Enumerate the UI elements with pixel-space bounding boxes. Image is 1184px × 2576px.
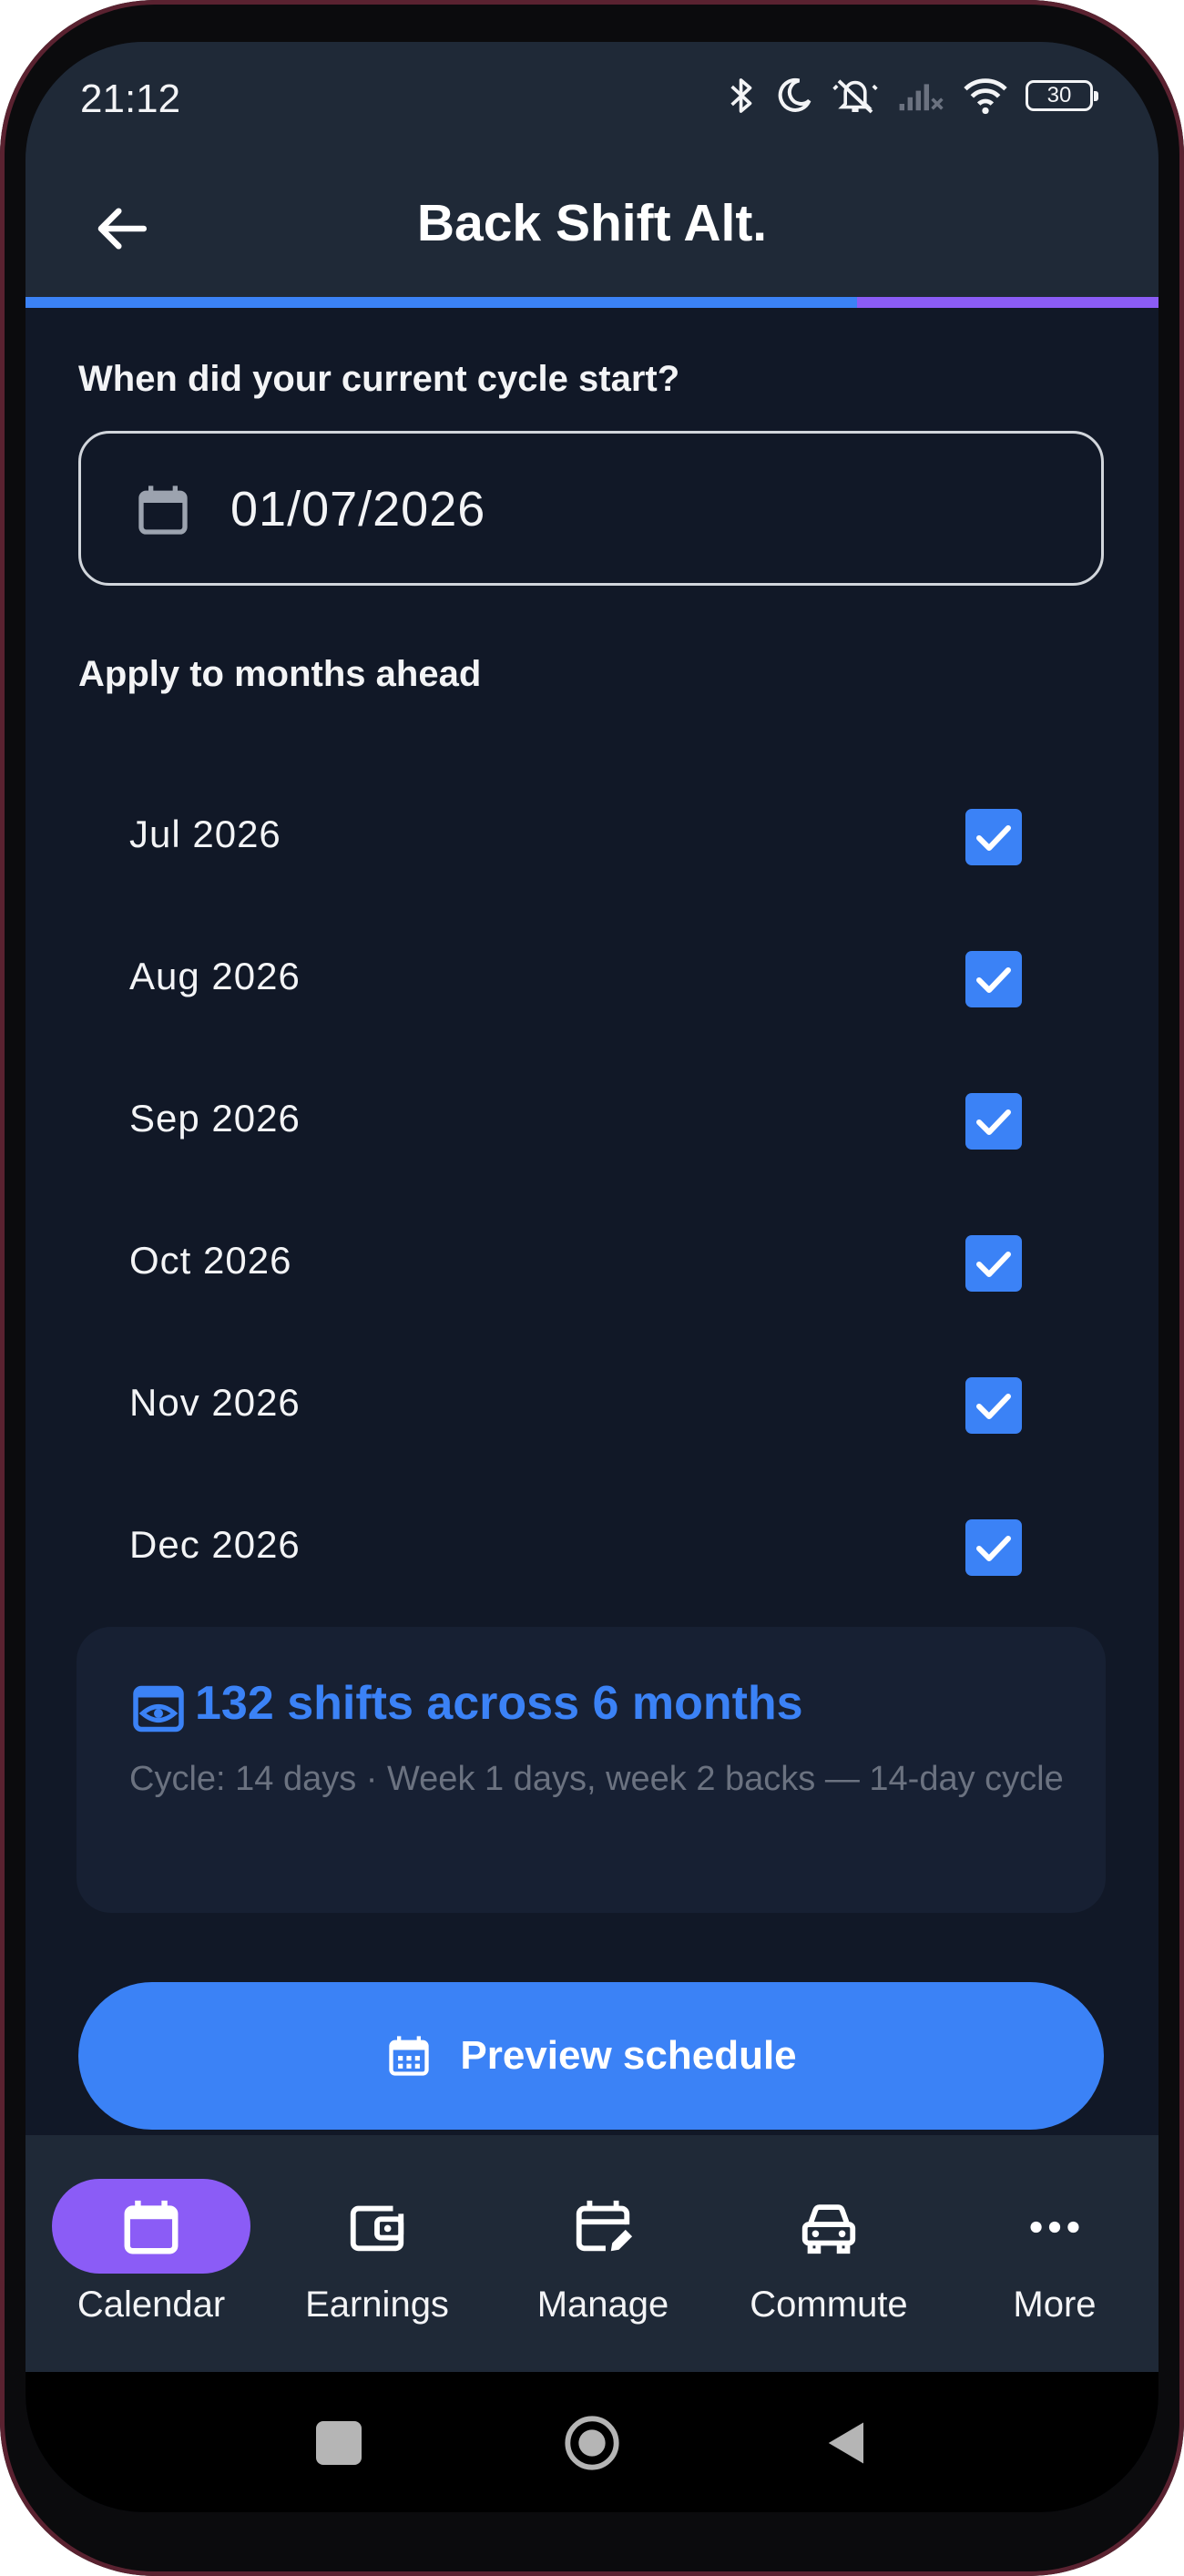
month-row-aug-2026[interactable]: Aug 2026 <box>78 924 1104 1033</box>
nav-label: Commute <box>750 2285 908 2325</box>
cycle-start-date-value: 01/07/2026 <box>230 482 486 537</box>
eye-icon <box>133 1685 184 1733</box>
car-icon <box>801 2204 856 2254</box>
nav-item-manage[interactable]: Manage <box>490 2135 716 2372</box>
status-bar: 21:12 30 <box>26 42 1158 160</box>
more-dots-icon <box>1030 2221 1079 2234</box>
month-label: Sep 2026 <box>129 1097 301 1140</box>
month-label: Dec 2026 <box>129 1523 301 1566</box>
month-label: Oct 2026 <box>129 1239 292 1282</box>
nav-label: Manage <box>536 2285 669 2325</box>
recents-square-icon[interactable] <box>310 2414 368 2472</box>
nav-label: Earnings <box>305 2285 449 2325</box>
signal-icon <box>899 84 944 111</box>
month-label: Nov 2026 <box>129 1381 301 1424</box>
nav-item-earnings[interactable]: Earnings <box>264 2135 490 2372</box>
apply-months-label: Apply to months ahead <box>78 654 482 694</box>
calendar-grid-icon <box>389 2036 430 2076</box>
checkmark-icon <box>976 825 1011 851</box>
checkmark-icon <box>976 967 1011 993</box>
calendar-icon <box>124 2200 179 2254</box>
mute-icon <box>832 79 878 114</box>
bluetooth-icon <box>730 78 752 113</box>
do-not-disturb-moon-icon <box>778 77 811 112</box>
nav-item-commute[interactable]: Commute <box>716 2135 942 2372</box>
month-row-nov-2026[interactable]: Nov 2026 <box>78 1350 1104 1459</box>
checkmark-icon <box>976 1394 1011 1419</box>
preview-schedule-label: Preview schedule <box>460 2033 797 2078</box>
month-checkbox[interactable] <box>965 1519 1022 1576</box>
battery-level: 30 <box>1046 83 1072 107</box>
summary-detail: Cycle: 14 days · Week 1 days, week 2 bac… <box>129 1760 1064 1798</box>
nav-item-more[interactable]: More <box>942 2135 1158 2372</box>
month-row-oct-2026[interactable]: Oct 2026 <box>78 1208 1104 1317</box>
shift-summary-card: 132 shifts across 6 months Cycle: 14 day… <box>77 1627 1106 1913</box>
home-circle-icon[interactable] <box>563 2414 621 2472</box>
cycle-start-question: When did your current cycle start? <box>78 359 680 399</box>
summary-headline: 132 shifts across 6 months <box>195 1677 803 1730</box>
battery-icon: 30 <box>1026 80 1098 111</box>
step-progress-bar <box>26 297 1158 308</box>
month-label: Jul 2026 <box>129 813 281 855</box>
month-checkbox[interactable] <box>965 1377 1022 1434</box>
checkmark-icon <box>976 1252 1011 1277</box>
status-time: 21:12 <box>80 77 181 121</box>
nav-label: More <box>1013 2285 1097 2325</box>
status-icons: 30 <box>727 75 1098 117</box>
month-label: Aug 2026 <box>129 955 301 997</box>
wallet-icon <box>350 2205 404 2252</box>
system-navigation-bar <box>26 2372 1158 2512</box>
checkmark-icon <box>976 1109 1011 1135</box>
month-checkbox[interactable] <box>965 1235 1022 1292</box>
nav-label: Calendar <box>77 2285 226 2325</box>
wifi-icon <box>964 78 1007 115</box>
page-title: Back Shift Alt. <box>416 194 768 252</box>
checkmark-icon <box>976 1536 1011 1561</box>
phone-frame: 21:12 30 Back Shift Alt. When did your c… <box>0 0 1184 2576</box>
progress-fill <box>26 297 858 308</box>
app-bar: Back Shift Alt. <box>26 160 1158 297</box>
progress-remaining <box>857 297 1158 308</box>
month-checkbox[interactable] <box>965 1093 1022 1150</box>
nav-item-calendar[interactable]: Calendar <box>38 2135 264 2372</box>
app-screen: 21:12 30 Back Shift Alt. When did your c… <box>26 42 1158 2512</box>
bottom-navigation: Calendar Earnings Manage Commute More <box>26 2135 1158 2372</box>
back-triangle-icon[interactable] <box>818 2414 876 2472</box>
month-row-dec-2026[interactable]: Dec 2026 <box>78 1492 1104 1601</box>
cycle-start-date-field[interactable]: 01/07/2026 <box>78 431 1104 586</box>
month-checkbox[interactable] <box>965 951 1022 1007</box>
month-checkbox[interactable] <box>965 809 1022 865</box>
month-row-sep-2026[interactable]: Sep 2026 <box>78 1066 1104 1175</box>
calendar-icon <box>138 486 188 535</box>
month-row-jul-2026[interactable]: Jul 2026 <box>78 782 1104 891</box>
preview-schedule-button[interactable]: Preview schedule <box>78 1982 1104 2130</box>
calendar-edit-icon <box>576 2200 633 2252</box>
